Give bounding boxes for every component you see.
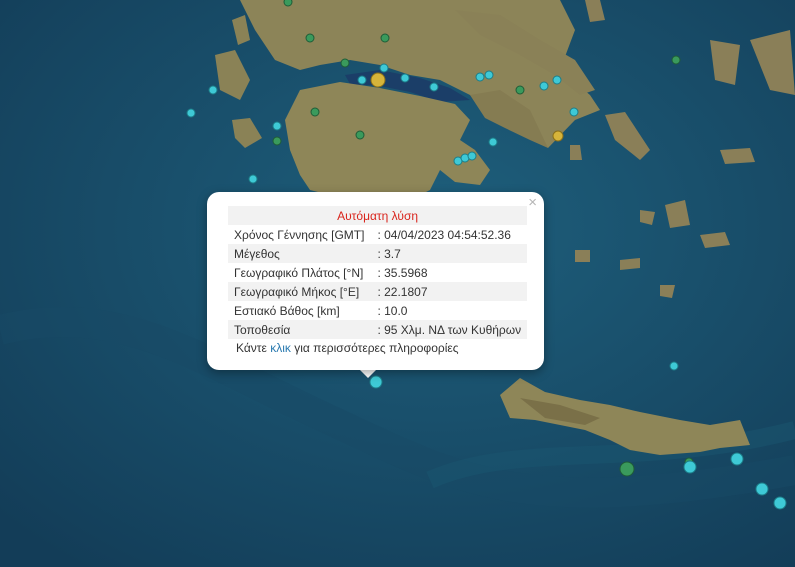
row-value: : 35.5968 [377,265,428,280]
earthquake-marker[interactable] [357,75,367,85]
table-row: Χρόνος Γέννησης [GMT] : 04/04/2023 04:54… [228,225,527,244]
land-island [570,145,582,160]
row-value: : 3.7 [370,244,528,263]
earthquake-marker[interactable] [355,130,365,140]
earthquake-marker[interactable] [683,460,697,474]
row-label: Μέγεθος [228,244,371,263]
earthquake-marker[interactable] [340,58,350,68]
earthquake-marker[interactable] [552,75,562,85]
earthquake-marker[interactable] [484,70,494,80]
earthquake-marker[interactable] [773,496,787,510]
row-value: : 22.1807 [370,282,528,301]
row-label: Χρόνος Γέννησης [GMT] [234,227,365,242]
earthquake-marker[interactable] [467,151,477,161]
earthquake-marker[interactable] [305,33,315,43]
row-label: Γεωγραφικό Πλάτος [°N] [234,265,364,280]
earthquake-marker[interactable] [552,130,564,142]
table-row: Τοποθεσία : 95 Χλμ. ΝΔ των Κυθήρων [228,320,528,339]
land-island [720,148,755,164]
earthquake-marker[interactable] [310,107,320,117]
more-prefix: Κάντε [236,341,271,355]
row-value: : 95 Χλμ. ΝΔ των Κυθήρων [370,320,528,339]
earthquake-marker[interactable] [283,0,293,7]
earthquake-marker[interactable] [370,72,386,88]
more-info-link[interactable]: κλικ [270,341,291,355]
earthquake-marker[interactable] [380,33,390,43]
table-row: Γεωγραφικό Πλάτος [°N] : 35.5968 [228,263,527,282]
row-label: Εστιακό Βάθος [km] [234,303,340,318]
table-row: Αυτόματη λύση [228,206,528,225]
earthquake-marker[interactable] [619,461,635,477]
earthquake-marker[interactable] [488,137,498,147]
earthquake-marker[interactable] [669,361,679,371]
earthquake-marker[interactable] [755,482,769,496]
land-island [575,250,590,262]
earthquake-popup: × Αυτόματη λύση Χρόνος Γέννησης [GMT] : … [207,192,544,370]
earthquake-marker[interactable] [475,72,485,82]
table-row: Γεωγραφικό Μήκος [°E] : 22.1807 [228,282,528,301]
table-row: Εστιακό Βάθος [km] : 10.0 [228,301,527,320]
land-island [620,258,640,270]
earthquake-marker[interactable] [539,81,549,91]
table-row: Μέγεθος : 3.7 [228,244,528,263]
earthquake-marker[interactable] [429,82,439,92]
earthquake-marker[interactable] [248,174,258,184]
row-value: : 10.0 [377,303,408,318]
close-icon[interactable]: × [528,195,537,210]
row-label: Γεωγραφικό Μήκος [°E] [228,282,371,301]
earthquake-info-table: Αυτόματη λύση Χρόνος Γέννησης [GMT] : 04… [228,206,528,339]
more-info-text: Κάντε κλικ για περισσότερες πληροφορίες [236,341,459,355]
row-value: : 04/04/2023 04:54:52.36 [377,227,511,242]
earthquake-marker[interactable] [400,73,410,83]
earthquake-marker[interactable] [569,107,579,117]
row-label: Τοποθεσία [228,320,371,339]
earthquake-marker[interactable] [272,136,282,146]
more-suffix: για περισσότερες πληροφορίες [290,341,459,355]
earthquake-marker[interactable] [730,452,744,466]
earthquake-marker[interactable] [379,63,389,73]
earthquake-marker[interactable] [208,85,218,95]
earthquake-marker[interactable] [272,121,282,131]
earthquake-marker[interactable] [186,108,196,118]
earthquake-marker[interactable] [671,55,681,65]
earthquake-marker[interactable] [515,85,525,95]
popup-title: Αυτόματη λύση [228,206,528,225]
